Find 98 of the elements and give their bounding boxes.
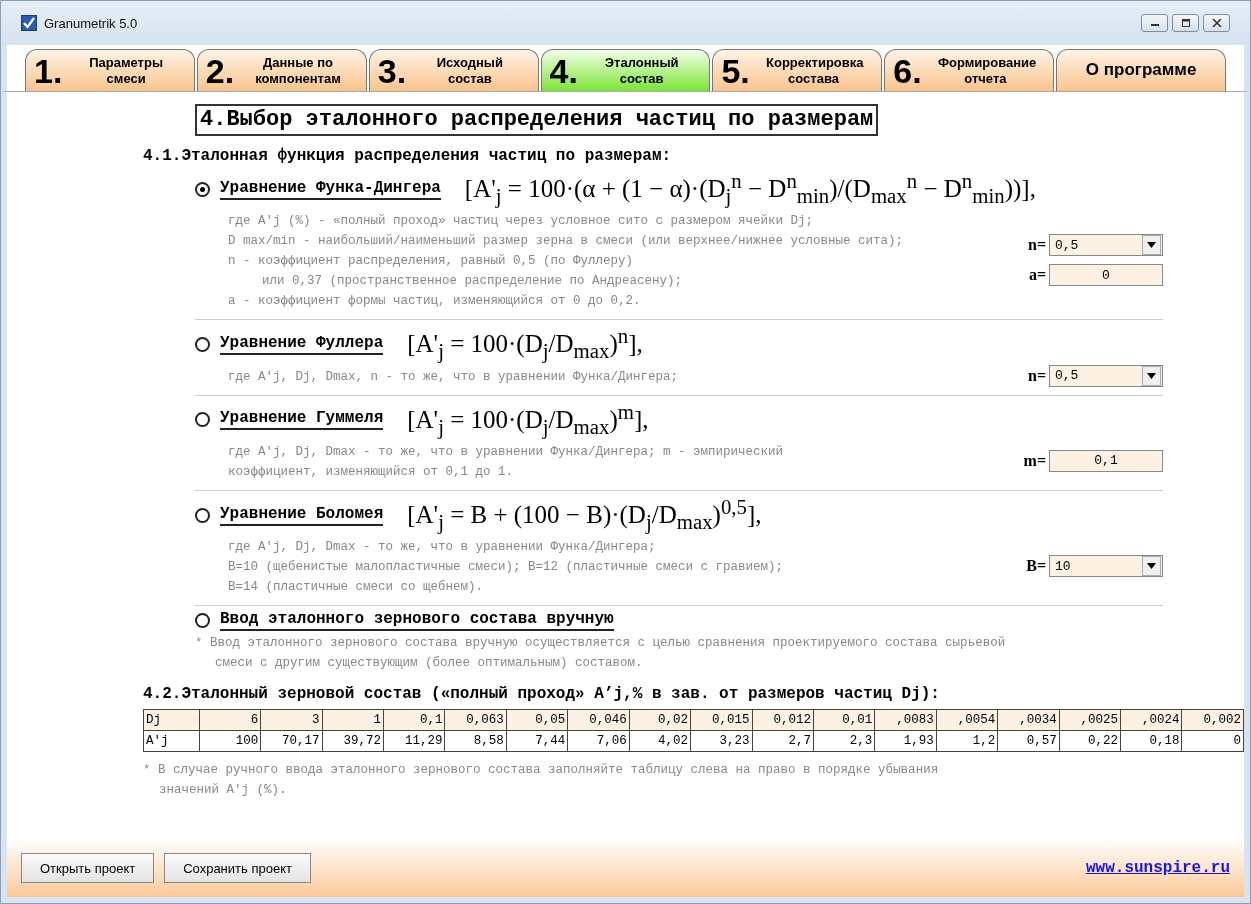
table-cell[interactable]: 1 [322, 709, 384, 731]
input-field[interactable]: 0 [1049, 264, 1163, 287]
checkmark-icon [21, 15, 37, 31]
field-label: B= [1026, 557, 1046, 576]
table-cell[interactable]: 0 [1182, 730, 1244, 752]
field-label: a= [1028, 266, 1046, 285]
table-cell[interactable]: 0,002 [1182, 709, 1244, 731]
table-cell[interactable]: 39,72 [322, 730, 384, 752]
option-label[interactable]: Ввод эталонного зернового состава вручную [220, 610, 614, 632]
table-cell[interactable]: 0,063 [444, 709, 507, 731]
window-title: Granumetrik 5.0 [44, 15, 138, 31]
description-line: где A'j (%) - «полный проход» частиц через условное сито с размером ячейки Dj; [228, 213, 815, 231]
description-line: где A'j, Dj, Dmax - то же, что в уравнении Функа/Дингера; m - эмпирический [228, 444, 785, 461]
field-label: m= [1023, 452, 1046, 470]
table-cell[interactable]: 0,1 [383, 709, 445, 731]
table-cell[interactable]: 0,046 [567, 709, 630, 731]
description-line: смеси с другим существующим (более оптимальным) составом. [214, 655, 644, 673]
section-title: 4.2.Эталонный зерновой состав («полный проход» A’j,% в зав. от размеров частиц Dj): [143, 685, 941, 704]
page-heading: 4.Выбор эталонного распределения частиц по размерам [195, 104, 879, 136]
formula: [A'$_{j}$ = 100·(D$_{j}$/D$_{max}$)$^{n}$], [407, 324, 643, 365]
website-link[interactable]: www.sunspire.ru [1085, 859, 1230, 877]
description-line: B=10 (щебенистые малопластичные смеси); B=12 (пластичные смеси с гравием); [228, 559, 785, 577]
tab[interactable]: О программе [1056, 49, 1226, 91]
table-cell[interactable]: 0,02 [629, 709, 691, 731]
radio-button[interactable] [195, 613, 210, 629]
note-line: * В случае ручного ввода эталонного зернового состава заполняйте таблицу слева на право в порядке убывания [143, 762, 940, 780]
table-cell[interactable]: 100 [199, 730, 261, 752]
dropdown-arrow-icon [1147, 242, 1156, 249]
close-button[interactable] [1203, 14, 1230, 32]
table-cell[interactable]: 0,05 [506, 709, 568, 731]
tab[interactable]: 4. Эталонный состав [540, 49, 711, 91]
table-cell[interactable]: 1,93 [874, 730, 937, 752]
note-line: значений A'j (%). [158, 782, 288, 800]
description-line: где A'j, Dj, Dmax, n - то же, что в уравнении Функа/Дингера; [228, 368, 680, 386]
option-label[interactable]: Уравнение Фуллера [220, 334, 384, 355]
option-label[interactable]: Уравнение Боломея [220, 504, 384, 526]
row-header: A'j [143, 730, 200, 752]
table-cell[interactable]: 0,012 [752, 709, 814, 731]
formula: [A'$_{j}$ = B + (100 − B)·(D$_{j}$/D$_{max}$)$^{0,5}$], [407, 495, 762, 536]
table-cell[interactable]: 0,22 [1059, 730, 1121, 752]
table-cell[interactable]: ,0024 [1120, 709, 1182, 731]
maximize-icon [1180, 19, 1191, 27]
description-line: * Ввод эталонного зернового состава вручную осуществляется с целью сравнения проектируемого состава сырьевой [195, 635, 1007, 653]
option-label[interactable]: Уравнение Гуммеля [220, 409, 384, 431]
table-cell[interactable]: ,0083 [874, 709, 937, 731]
table-cell[interactable]: 0,18 [1120, 730, 1182, 752]
table-cell[interactable]: 2,3 [813, 730, 875, 752]
table-cell[interactable]: 0,57 [997, 730, 1060, 752]
tab[interactable]: 3. Исходный состав [368, 49, 539, 91]
description-line: коэффициент, изменяющийся от 0,1 до 1. [228, 464, 515, 481]
table-cell[interactable]: 0,015 [690, 709, 753, 731]
dropdown-arrow-icon [1147, 563, 1156, 570]
table-cell[interactable]: ,0025 [1059, 709, 1121, 731]
dropdown[interactable]: 0,5 [1049, 364, 1163, 387]
table-cell[interactable]: 1,2 [936, 730, 998, 752]
table-cell[interactable]: 3,23 [690, 730, 753, 752]
description-line: D max/min - наибольший/наименьший размер зерна в смеси (или верхнее/нижнее условные сита); [228, 233, 905, 251]
dropdown[interactable]: 0,5 [1049, 234, 1163, 257]
table-cell[interactable]: 11,29 [383, 730, 445, 752]
formula: [A'$_{j}$ = 100·(D$_{j}$/D$_{max}$)$^{m}$], [407, 399, 649, 440]
input-field[interactable]: 0,1 [1049, 450, 1163, 472]
table-cell[interactable]: 4,02 [629, 730, 691, 752]
table-cell[interactable]: 8,58 [444, 730, 507, 752]
row-header: Dj [143, 709, 200, 731]
option-label[interactable]: Уравнение Функа-Дингера [220, 178, 441, 200]
radio-button[interactable] [195, 507, 210, 523]
tab[interactable]: 1. Параметры смеси [25, 49, 195, 91]
section-title: 4.1.Эталонная функция распределения частиц по размерам: [143, 147, 673, 165]
table-cell[interactable]: 7,44 [506, 730, 568, 752]
description-line: где A'j, Dj, Dmax - то же, что в уравнении Функа/Дингера; [228, 539, 657, 557]
tab[interactable]: 6. Формирование отчета [884, 49, 1055, 91]
project-button[interactable]: Открыть проект [21, 853, 155, 883]
table-cell[interactable]: 3 [260, 709, 323, 731]
close-icon [1211, 19, 1222, 27]
field-label: n= [1028, 366, 1046, 385]
formula: [A'$_{j}$ = 100·(α + (1 − α)·(D$_{j}$$^{n}$ − D$^{n}$$_{min}$)/(D$_{max}$$^{n}$ − D$^{n}$$_{min}$))], [464, 169, 1036, 210]
maximize-button[interactable] [1172, 14, 1199, 32]
tab[interactable]: 5. Корректировка состава [712, 49, 883, 91]
radio-button[interactable] [195, 181, 210, 197]
dropdown[interactable]: 10 [1049, 555, 1163, 578]
minimize-button[interactable] [1141, 14, 1168, 32]
table-cell[interactable]: ,0034 [997, 709, 1060, 731]
description-line: a - коэффициент формы частиц, изменяющийся от 0 до 0,2. [228, 293, 642, 311]
table-cell[interactable]: 0,01 [813, 709, 875, 731]
project-button[interactable]: Сохранить проект [164, 853, 311, 883]
table-cell[interactable]: 2,7 [752, 730, 814, 752]
radio-button[interactable] [195, 412, 210, 428]
radio-button[interactable] [195, 337, 210, 352]
tab[interactable]: 2. Данные по компонентам [196, 49, 367, 91]
dropdown-arrow-icon [1147, 372, 1156, 379]
table-cell[interactable]: ,0054 [936, 709, 998, 731]
table-cell[interactable]: 7,06 [567, 730, 630, 752]
description-line: B=14 (пластичные смеси со щебнем). [228, 579, 485, 597]
field-label: n= [1028, 236, 1046, 255]
description-line: или 0,37 (пространственное распределение по Андреасену); [261, 273, 684, 291]
table-cell[interactable]: 6 [199, 709, 261, 731]
description-line: n - коэффициент распределения, равный 0,5 (по Фуллеру) [228, 253, 635, 271]
table-cell[interactable]: 70,17 [260, 730, 323, 752]
